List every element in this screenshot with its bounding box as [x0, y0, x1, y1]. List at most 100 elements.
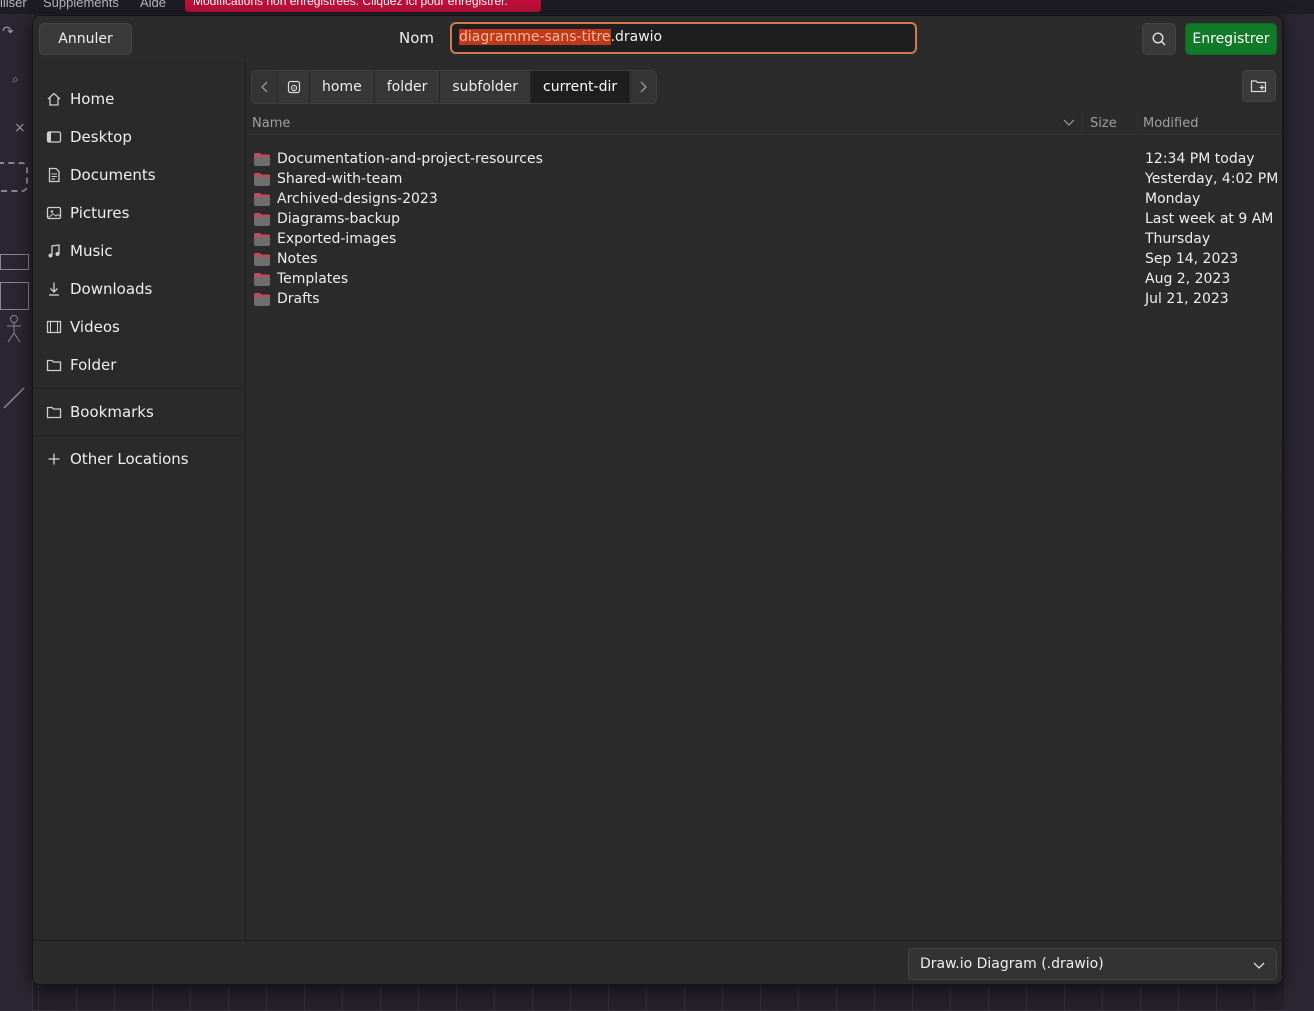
music-icon: [46, 243, 62, 259]
path-scroll-left-button[interactable]: [252, 71, 278, 103]
file-row[interactable]: Diagrams-backup Last week at 9 AM: [246, 210, 1282, 230]
menu-item[interactable]: iliser: [0, 0, 27, 10]
file-name: Notes: [277, 251, 318, 267]
sidebar-item-bookmark[interactable]: Bookmarks: [33, 393, 245, 431]
file-row[interactable]: Archived-designs-2023 Monday: [246, 190, 1282, 210]
column-name-header[interactable]: Name: [252, 116, 290, 131]
search-button[interactable]: [1142, 23, 1176, 55]
file-name: Documentation-and-project-resources: [277, 151, 543, 167]
file-name: Exported-images: [277, 231, 397, 247]
folder-icon: [254, 273, 270, 286]
videos-icon: [46, 319, 62, 335]
sidebar-item-videos[interactable]: Videos: [33, 308, 245, 346]
new-folder-button[interactable]: [1242, 70, 1276, 102]
file-row[interactable]: Templates Aug 2, 2023: [246, 270, 1282, 290]
folder-icon: [254, 173, 270, 186]
path-bar: home folder subfolder current-dir: [251, 70, 658, 104]
file-modified: Yesterday, 4:02 PM: [1145, 171, 1279, 187]
close-icon[interactable]: ×: [14, 120, 26, 136]
rounded-rect-shape-icon[interactable]: [0, 162, 28, 192]
cancel-button[interactable]: Annuler: [39, 23, 132, 55]
filename-selected-text: diagramme-sans-titre: [459, 29, 611, 45]
redo-icon[interactable]: ↷: [2, 24, 14, 40]
search-icon[interactable]: ⌕: [12, 72, 19, 87]
sidebar-item-label: Music: [70, 242, 113, 260]
chevron-left-icon: [260, 81, 267, 93]
format-panel: [1284, 14, 1314, 1011]
sidebar-item-label: Videos: [70, 318, 120, 336]
folder-icon: [254, 213, 270, 226]
sidebar-item-music[interactable]: Music: [33, 232, 245, 270]
sidebar-item-label: Folder: [70, 356, 117, 374]
sidebar-divider: [33, 388, 245, 389]
pictures-icon: [46, 205, 62, 221]
shapes-toolbar: ↷ ⌕ ×: [0, 14, 33, 1011]
sidebar-item-folder[interactable]: Folder: [33, 346, 245, 384]
folder-icon: [254, 293, 270, 306]
path-segment-current[interactable]: current-dir: [531, 71, 631, 103]
file-modified: Jul 21, 2023: [1145, 291, 1229, 307]
menu-item-aide[interactable]: Aide: [140, 0, 166, 10]
column-divider[interactable]: [1082, 112, 1083, 134]
path-scroll-right-button[interactable]: [630, 71, 657, 103]
dialog-header: Annuler Nom diagramme-sans-titre.drawio …: [33, 16, 1282, 63]
file-name: Templates: [277, 271, 349, 287]
rect-shape-icon[interactable]: [0, 254, 29, 270]
folder-icon: [254, 233, 270, 246]
menu-item-supplements[interactable]: Suppléments: [43, 0, 119, 10]
places-sidebar: Home Desktop Documents Pictures Music Do…: [33, 62, 246, 940]
file-row[interactable]: Documentation-and-project-resources 12:3…: [246, 150, 1282, 170]
filename-extension-text: .drawio: [610, 29, 663, 45]
sidebar-item-documents[interactable]: Documents: [33, 156, 245, 194]
column-modified-header[interactable]: Modified: [1143, 116, 1198, 131]
search-icon: [1152, 32, 1166, 46]
folder-icon: [254, 253, 270, 266]
sidebar-item-label: Downloads: [70, 280, 153, 298]
filename-input[interactable]: diagramme-sans-titre.drawio: [450, 22, 917, 54]
filename-label: Nom: [399, 29, 435, 47]
sidebar-item-downloads[interactable]: Downloads: [33, 270, 245, 308]
downloads-icon: [46, 281, 62, 297]
file-modified: Thursday: [1145, 231, 1211, 247]
file-row[interactable]: Drafts Jul 21, 2023: [246, 290, 1282, 310]
path-root-button[interactable]: [278, 71, 310, 103]
sidebar-item-home[interactable]: Home: [33, 80, 245, 118]
sidebar-item-label: Documents: [70, 166, 156, 184]
chevron-down-icon[interactable]: [1062, 116, 1076, 130]
sidebar-item-label: Home: [70, 90, 115, 108]
file-modified: Monday: [1145, 191, 1201, 207]
file-name: Archived-designs-2023: [277, 191, 438, 207]
folder-icon: [254, 193, 270, 206]
file-type-filter-label: Draw.io Diagram (.drawio): [920, 956, 1104, 972]
unsaved-changes-banner[interactable]: Modifications non enregistrées. Cliquez …: [185, 0, 541, 12]
sidebar-item-desktop[interactable]: Desktop: [33, 118, 245, 156]
file-row[interactable]: Notes Sep 14, 2023: [246, 250, 1282, 270]
file-modified: 12:34 PM today: [1145, 151, 1255, 167]
file-name: Diagrams-backup: [277, 211, 401, 227]
table-shape-icon[interactable]: [0, 282, 29, 310]
desktop-icon: [46, 129, 62, 145]
file-row[interactable]: Shared-with-team Yesterday, 4:02 PM: [246, 170, 1282, 190]
sidebar-item-label: Desktop: [70, 128, 132, 146]
file-browser: home folder subfolder current-dir Name S…: [246, 62, 1282, 940]
folder-icon: [254, 153, 270, 166]
column-divider[interactable]: [1137, 112, 1138, 134]
dialog-footer: Draw.io Diagram (.drawio): [33, 940, 1282, 984]
column-size-header[interactable]: Size: [1090, 116, 1117, 131]
documents-icon: [46, 167, 62, 183]
line-shape-icon[interactable]: [2, 386, 26, 410]
file-type-filter-select[interactable]: Draw.io Diagram (.drawio): [908, 948, 1277, 980]
chevron-down-icon: [1253, 962, 1265, 969]
sidebar-item-label: Pictures: [70, 204, 130, 222]
path-segment-home[interactable]: home: [310, 71, 375, 103]
sidebar-item-other-locations[interactable]: Other Locations: [33, 440, 245, 478]
path-segment-folder[interactable]: folder: [374, 71, 441, 103]
file-modified: Aug 2, 2023: [1145, 271, 1231, 287]
file-name: Shared-with-team: [277, 171, 403, 187]
save-button[interactable]: Enregistrer: [1185, 23, 1277, 55]
path-segment-subfolder[interactable]: subfolder: [440, 71, 532, 103]
actor-shape-icon[interactable]: [4, 314, 24, 344]
plus-icon: [46, 451, 62, 467]
sidebar-item-pictures[interactable]: Pictures: [33, 194, 245, 232]
file-row[interactable]: Exported-images Thursday: [246, 230, 1282, 250]
